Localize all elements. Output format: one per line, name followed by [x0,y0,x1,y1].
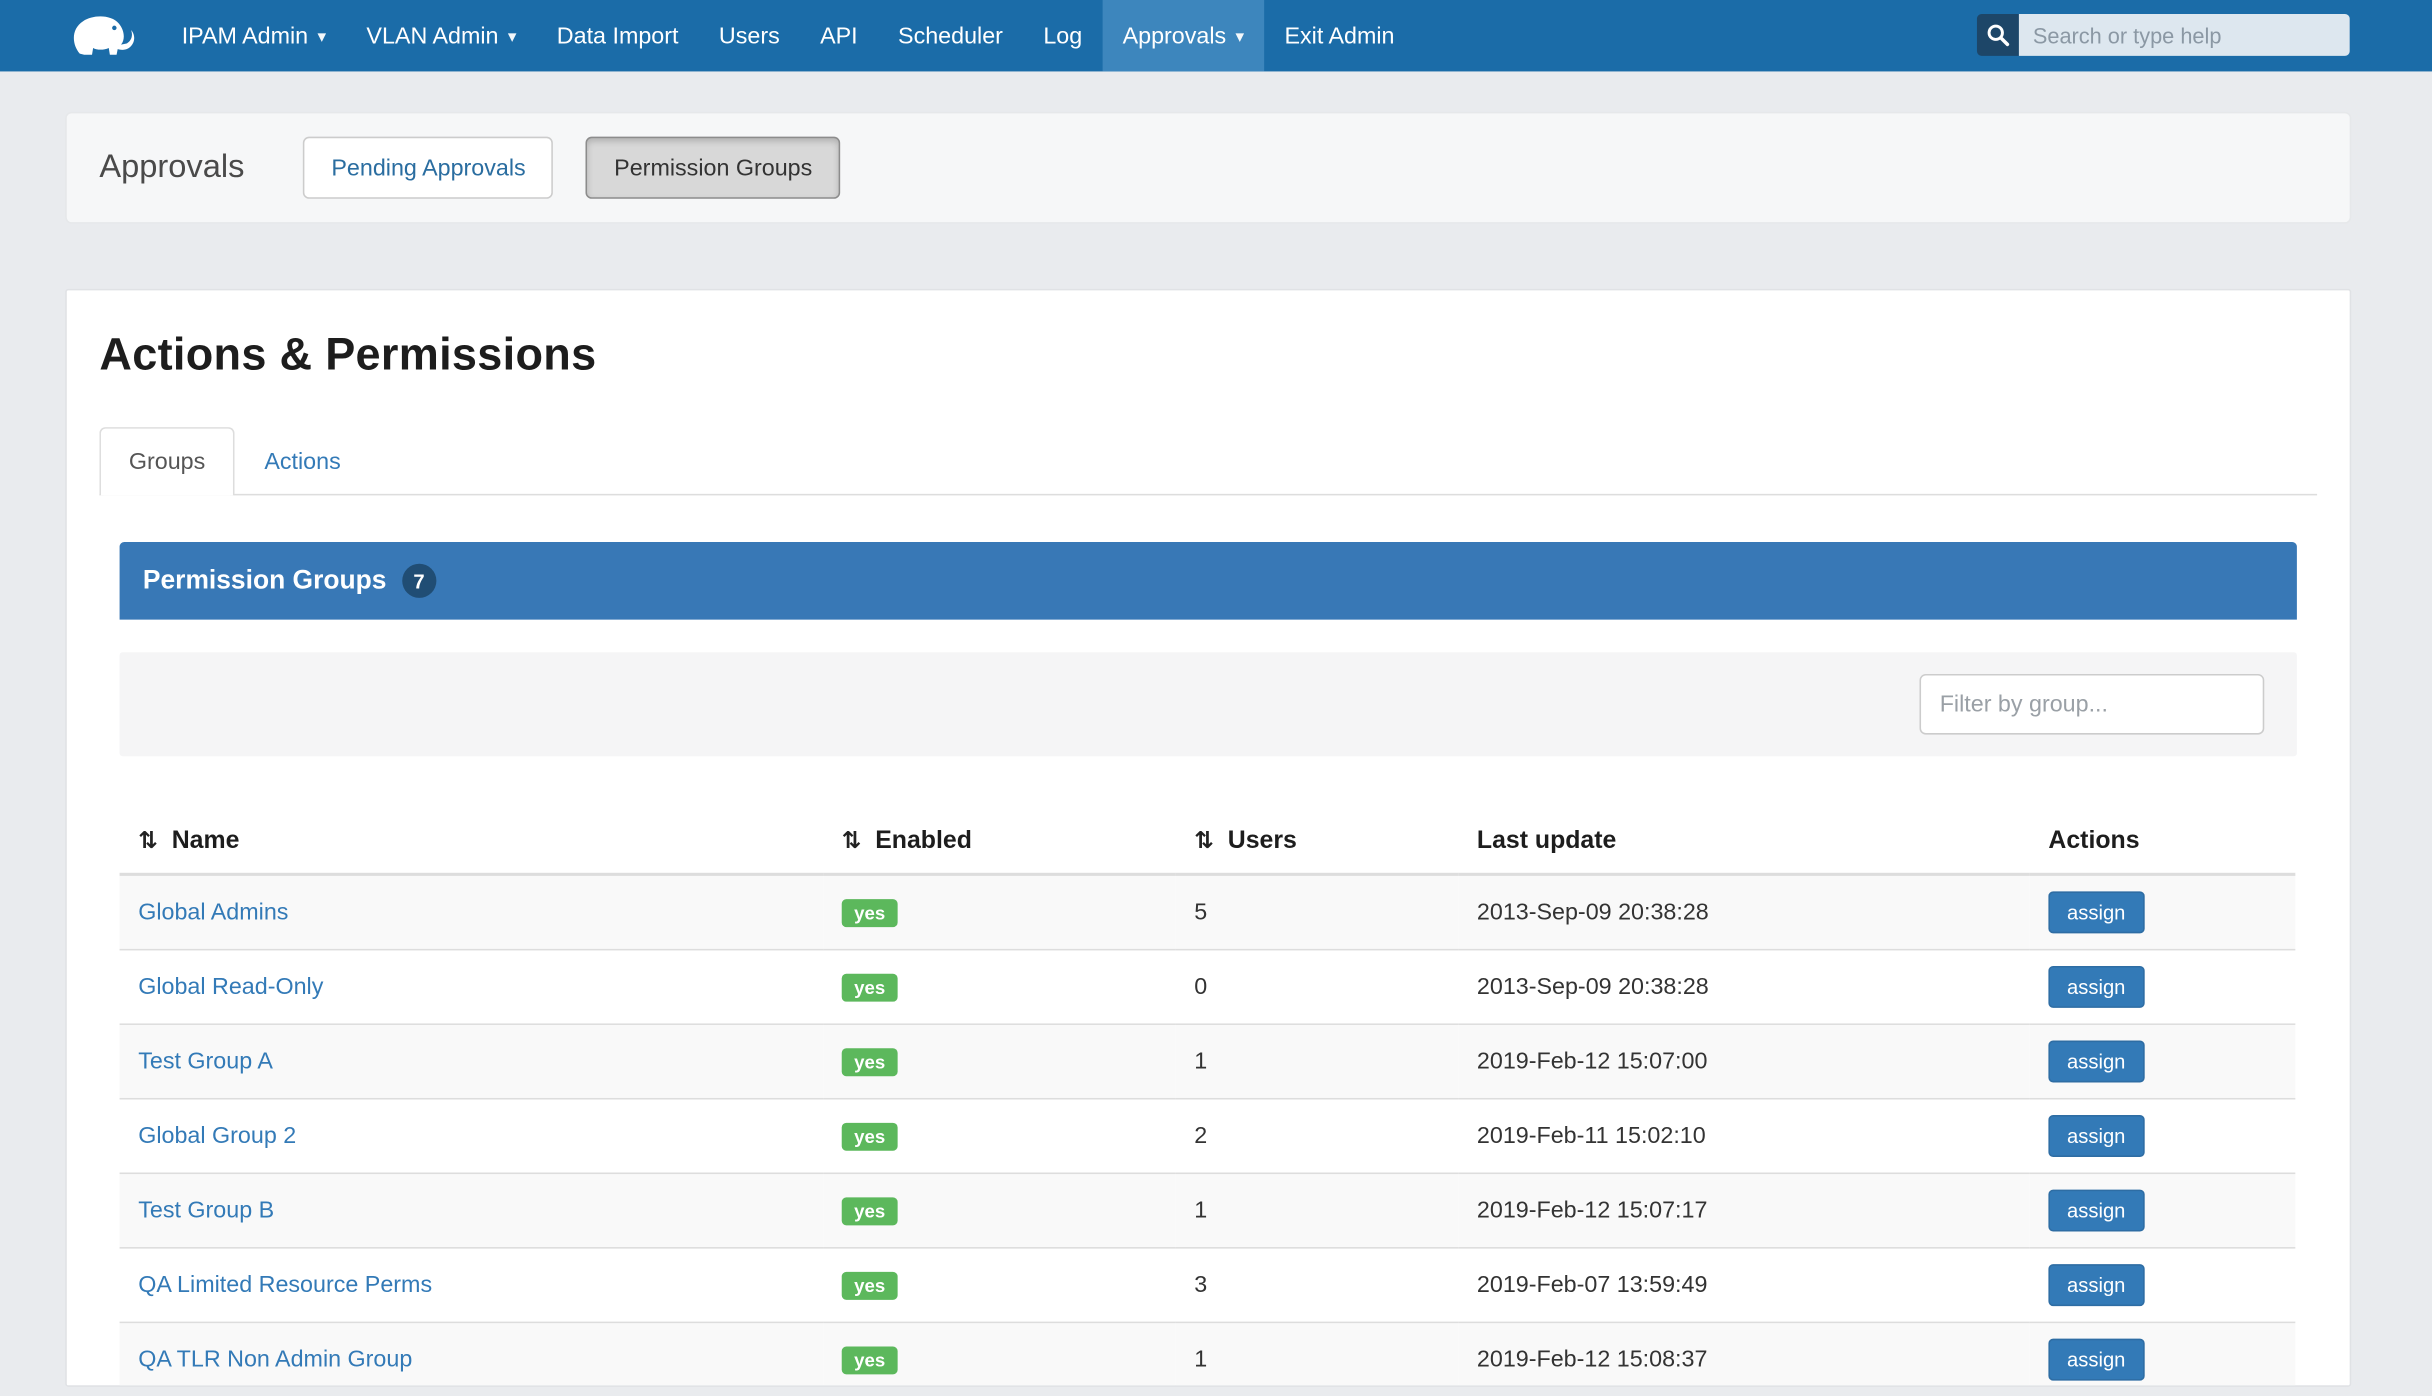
table-row: Global Group 2 yes 2 2019-Feb-11 15:02:1… [120,1099,2296,1174]
magnifier-icon [1986,23,2009,46]
group-name-link[interactable]: Test Group A [138,1048,273,1074]
chevron-down-icon: ▾ [1235,26,1244,46]
permission-groups-table: ⇅Name ⇅Enabled ⇅Users Last update Action [120,812,2296,1387]
table-header-row: ⇅Name ⇅Enabled ⇅Users Last update Action [120,812,2296,874]
nav-item-approvals[interactable]: Approvals ▾ [1102,0,1264,71]
enabled-badge: yes [842,1271,898,1299]
panel-title: Permission Groups [143,565,387,596]
assign-button[interactable]: assign [2048,1264,2144,1306]
search-icon[interactable] [1977,14,2019,56]
page-body: Approvals Pending Approvals Permission G… [0,112,2432,1387]
last-update: 2019-Feb-11 15:02:10 [1458,1099,2030,1174]
enabled-badge: yes [842,973,898,1001]
nav-item-label: API [820,23,858,49]
sort-icon: ⇅ [1194,828,1214,854]
table-toolbar [120,652,2297,756]
enabled-badge: yes [842,1122,898,1150]
nav-item-scheduler[interactable]: Scheduler [878,0,1023,71]
group-count-badge: 7 [402,564,436,598]
tab-bar: Groups Actions [99,426,2317,496]
users-count: 5 [1176,874,1459,949]
tab-actions[interactable]: Actions [235,427,370,495]
nav-item-label: Users [719,23,780,49]
users-count: 1 [1176,1024,1459,1099]
users-count: 1 [1176,1322,1459,1386]
last-update: 2019-Feb-07 13:59:49 [1458,1248,2030,1323]
users-count: 3 [1176,1248,1459,1323]
nav-item-label: Scheduler [898,23,1003,49]
nav-item-data-import[interactable]: Data Import [537,0,699,71]
search-input[interactable] [2019,14,2350,56]
nav-item-api[interactable]: API [800,0,878,71]
column-header-enabled[interactable]: ⇅Enabled [823,812,1176,874]
table-row: QA Limited Resource Perms yes 3 2019-Feb… [120,1248,2296,1323]
assign-button[interactable]: assign [2048,1339,2144,1381]
mammoth-icon [65,8,136,64]
pending-approvals-button[interactable]: Pending Approvals [303,137,553,199]
nav-item-label: Log [1043,23,1082,49]
users-count: 0 [1176,950,1459,1025]
assign-button[interactable]: assign [2048,966,2144,1008]
group-name-link[interactable]: Global Admins [138,899,288,925]
enabled-badge: yes [842,1047,898,1075]
sort-icon: ⇅ [842,828,862,854]
nav-item-label: Data Import [557,23,679,49]
nav-item-log[interactable]: Log [1023,0,1102,71]
actions-permissions-card: Actions & Permissions Groups Actions Per… [65,289,2351,1387]
tab-groups[interactable]: Groups [99,427,234,495]
table-row: Global Admins yes 5 2013-Sep-09 20:38:28… [120,874,2296,949]
chevron-down-icon: ▾ [317,26,326,46]
users-count: 2 [1176,1099,1459,1174]
last-update: 2019-Feb-12 15:07:17 [1458,1173,2030,1248]
column-header-last-update: Last update [1458,812,2030,874]
enabled-badge: yes [842,1346,898,1374]
enabled-badge: yes [842,1197,898,1225]
group-name-link[interactable]: Global Read-Only [138,974,323,1000]
last-update: 2013-Sep-09 20:38:28 [1458,874,2030,949]
group-name-link[interactable]: Global Group 2 [138,1123,296,1149]
column-header-actions: Actions [2030,812,2296,874]
last-update: 2019-Feb-12 15:08:37 [1458,1322,2030,1386]
last-update: 2019-Feb-12 15:07:00 [1458,1024,2030,1099]
enabled-badge: yes [842,898,898,926]
assign-button[interactable]: assign [2048,1115,2144,1157]
nav-item-label: IPAM Admin [182,23,308,49]
column-header-users[interactable]: ⇅Users [1176,812,1459,874]
group-name-link[interactable]: QA Limited Resource Perms [138,1272,432,1298]
group-name-link[interactable]: Test Group B [138,1197,274,1223]
filter-input[interactable] [1920,674,2265,735]
phpipam-mammoth-logo[interactable] [62,0,140,71]
nav-item-label: Approvals [1123,23,1227,49]
assign-button[interactable]: assign [2048,891,2144,933]
nav-item-label: VLAN Admin [366,23,498,49]
approvals-header-bar: Approvals Pending Approvals Permission G… [65,112,2351,224]
top-navbar: IPAM Admin ▾ VLAN Admin ▾ Data Import Us… [0,0,2432,71]
assign-button[interactable]: assign [2048,1041,2144,1083]
users-count: 1 [1176,1173,1459,1248]
table-row: Test Group A yes 1 2019-Feb-12 15:07:00 … [120,1024,2296,1099]
nav-item-exit-admin[interactable]: Exit Admin [1264,0,1414,71]
nav-menu: IPAM Admin ▾ VLAN Admin ▾ Data Import Us… [162,0,1415,71]
last-update: 2013-Sep-09 20:38:28 [1458,950,2030,1025]
column-header-name[interactable]: ⇅Name [120,812,824,874]
nav-item-users[interactable]: Users [699,0,800,71]
sort-icon: ⇅ [138,828,158,854]
permission-groups-button[interactable]: Permission Groups [586,137,840,199]
app-viewport: IPAM Admin ▾ VLAN Admin ▾ Data Import Us… [0,0,2432,1396]
assign-button[interactable]: assign [2048,1190,2144,1232]
nav-item-ipam-admin[interactable]: IPAM Admin ▾ [162,0,347,71]
card-title: Actions & Permissions [99,331,2317,382]
nav-item-label: Exit Admin [1284,23,1394,49]
table-row: Test Group B yes 1 2019-Feb-12 15:07:17 … [120,1173,2296,1248]
chevron-down-icon: ▾ [508,26,517,46]
nav-item-vlan-admin[interactable]: VLAN Admin ▾ [346,0,536,71]
group-name-link[interactable]: QA TLR Non Admin Group [138,1346,412,1372]
permission-groups-panel-header: Permission Groups 7 [120,542,2297,620]
navbar-search [1977,14,2350,56]
table-row: Global Read-Only yes 0 2013-Sep-09 20:38… [120,950,2296,1025]
table-row: QA TLR Non Admin Group yes 1 2019-Feb-12… [120,1322,2296,1386]
page-title: Approvals [99,149,244,186]
